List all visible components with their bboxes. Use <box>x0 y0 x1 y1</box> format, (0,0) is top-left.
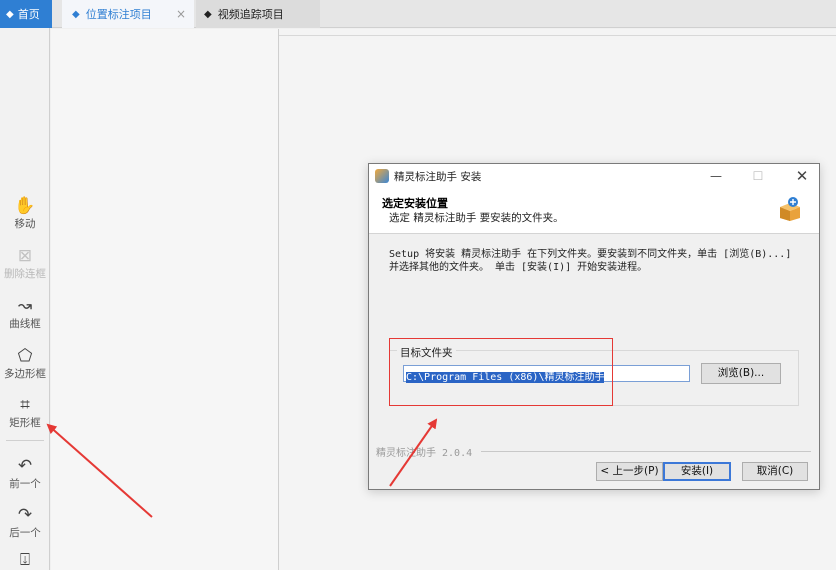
cancel-button[interactable]: 取消(C) <box>742 462 808 481</box>
tool-save[interactable]: ⍗ <box>0 550 50 570</box>
hand-icon: ✋ <box>14 196 36 216</box>
delete-frame-icon: ⊠ <box>17 246 33 266</box>
version-label: 精灵标注助手 2.0.4 <box>376 448 473 459</box>
dialog-titlebar: 精灵标注助手 安装 — ☐ ✕ <box>369 164 819 188</box>
file-list-panel <box>51 29 279 570</box>
diamond-icon: ◆ <box>72 8 80 20</box>
tab-position-label: 位置标注项目 <box>85 8 152 21</box>
tool-move-label: 移动 <box>14 218 36 230</box>
tool-delete-line[interactable]: ⊠ 删除连框 <box>0 246 50 281</box>
installer-dialog: 精灵标注助手 安装 — ☐ ✕ 选定安装位置 选定 精灵标注助手 要安装的文件夹… <box>368 163 820 490</box>
tool-rectangle-label: 矩形框 <box>9 417 41 429</box>
diamond-icon: ◆ <box>204 8 212 20</box>
tool-polygon-label: 多边形框 <box>4 368 46 380</box>
tool-polygon[interactable]: ⬠ 多边形框 <box>0 346 50 381</box>
toolbar-divider <box>6 440 44 441</box>
tab-home-label: 首页 <box>17 8 40 21</box>
arrow-forward-icon: ↷ <box>17 505 33 525</box>
close-icon[interactable]: × <box>176 7 186 21</box>
tool-prev-label: 前一个 <box>9 478 41 490</box>
download-icon: ⍗ <box>19 550 31 570</box>
arrow-back-icon: ↶ <box>17 456 33 476</box>
minimize-button[interactable]: — <box>701 164 731 188</box>
install-button[interactable]: 安装(I) <box>663 462 731 481</box>
tab-position-annotation[interactable]: ◆ 位置标注项目 × <box>62 0 194 28</box>
tool-next[interactable]: ↷ 后一个 <box>0 505 50 540</box>
divider <box>279 35 836 36</box>
back-button[interactable]: < 上一步(P) <box>596 462 663 481</box>
header-subtitle: 选定 精灵标注助手 要安装的文件夹。 <box>389 212 564 224</box>
tool-curve[interactable]: ↝ 曲线框 <box>0 296 50 331</box>
instruction-text: Setup 将安装 精灵标注助手 在下列文件夹。要安装到不同文件夹，单击 [浏览… <box>389 249 792 273</box>
close-button[interactable]: ✕ <box>787 164 817 188</box>
app-icon <box>375 169 389 183</box>
highlight-box <box>389 338 613 406</box>
install-box-icon <box>780 197 800 221</box>
dialog-header: 选定安装位置 选定 精灵标注助手 要安装的文件夹。 <box>369 188 819 234</box>
curve-icon: ↝ <box>17 296 33 316</box>
left-toolbar: ✋ 移动 ⊠ 删除连框 ↝ 曲线框 ⬠ 多边形框 ⌗ 矩形框 ↶ 前一个 ↷ 后… <box>0 28 50 570</box>
header-title: 选定安装位置 <box>382 197 448 210</box>
rectangle-icon: ⌗ <box>20 395 30 415</box>
tool-move[interactable]: ✋ 移动 <box>0 196 50 231</box>
tool-curve-label: 曲线框 <box>9 318 41 330</box>
tab-bar: ◆ 首页 ◆ 位置标注项目 × ◆ 视频追踪项目 <box>0 0 836 28</box>
tab-video-label: 视频追踪项目 <box>217 8 284 21</box>
tool-next-label: 后一个 <box>9 527 41 539</box>
dialog-title: 精灵标注助手 安装 <box>394 170 482 183</box>
polygon-icon: ⬠ <box>17 346 33 366</box>
footer-divider <box>481 451 811 452</box>
browse-button[interactable]: 浏览(B)... <box>701 363 781 384</box>
tool-delete-line-label: 删除连框 <box>4 268 46 280</box>
tool-prev[interactable]: ↶ 前一个 <box>0 456 50 491</box>
tab-video-tracking[interactable]: ◆ 视频追踪项目 <box>196 0 320 28</box>
tool-rectangle[interactable]: ⌗ 矩形框 <box>0 395 50 430</box>
tab-home[interactable]: ◆ 首页 <box>0 0 52 28</box>
diamond-icon: ◆ <box>6 8 14 20</box>
maximize-button: ☐ <box>752 169 764 183</box>
